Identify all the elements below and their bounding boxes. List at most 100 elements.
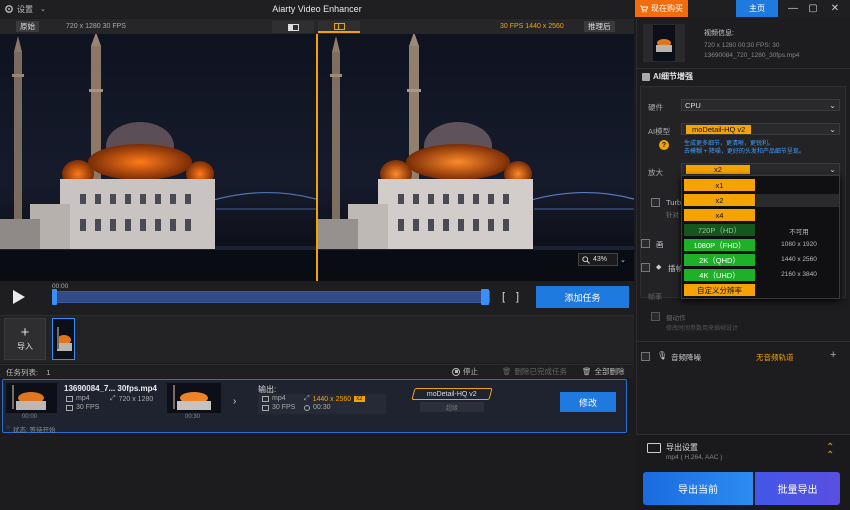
interp-checkbox[interactable] <box>641 263 650 272</box>
output-format-value: mp4 <box>272 395 286 402</box>
scale-option[interactable]: x4 <box>684 209 755 221</box>
audio-checkbox[interactable] <box>641 352 650 361</box>
video-info-line1: 720 x 1280 00:30 FPS: 30 <box>704 42 780 49</box>
model-label: AI模型 <box>648 127 671 136</box>
diamond-icon: ◆ <box>656 264 662 271</box>
split-view-icon <box>287 23 299 31</box>
input-format-value: mp4 <box>76 395 90 402</box>
export-batch-label: 批量导出 <box>777 485 818 496</box>
model-value: moDetail-HQ v2 <box>686 124 752 134</box>
expand-up-icon[interactable]: ⌃ ⌃ <box>826 443 834 461</box>
task-input-image <box>6 383 57 413</box>
delete-all-button[interactable]: 🗑 全部删除 <box>582 366 625 377</box>
scale-option[interactable]: 1080P（FHD） <box>684 239 755 251</box>
mosque-image-enhanced <box>318 34 634 281</box>
task-status: ○ 状态: 等待开始 <box>6 424 56 434</box>
bracket-start-icon[interactable]: [ <box>502 291 505 303</box>
scale-option[interactable]: 自定义分辨率 <box>684 284 755 296</box>
trim-start-handle[interactable] <box>52 289 57 305</box>
export-current-button[interactable]: 导出当前 <box>643 472 753 505</box>
model-sub-badge: 超级 <box>420 402 484 412</box>
delete-all-label: 全部删除 <box>594 367 625 376</box>
delete-done-label: 删除已完成任务 <box>514 367 568 376</box>
help-icon[interactable]: ? <box>659 140 669 150</box>
original-preview[interactable] <box>0 34 316 281</box>
turbo-sub: 针对 <box>666 212 679 219</box>
delete-done-button[interactable]: 🗑 删除已完成任务 <box>502 366 567 377</box>
resize-icon: ⤢ <box>304 395 310 402</box>
scale-option-resolution: 1080 x 1920 <box>781 241 817 248</box>
scale-label: 放大 <box>648 168 663 177</box>
modify-label: 修改 <box>578 397 597 408</box>
scale-option[interactable]: x1 <box>684 179 755 191</box>
model-badge-label: moDetail-HQ v2 <box>427 390 477 398</box>
resize-icon: ⤢ <box>110 395 116 402</box>
zoom-value: 43% <box>593 256 608 263</box>
export-batch-button[interactable]: 批量导出 <box>755 472 840 505</box>
side-by-side-toggle[interactable] <box>318 21 360 33</box>
scale-option[interactable]: 2K（QHD） <box>684 254 755 266</box>
scale-option[interactable]: 720P（HD） <box>684 224 755 236</box>
split-view-toggle[interactable] <box>272 21 314 33</box>
import-area <box>0 315 634 363</box>
motion-checkbox[interactable] <box>651 312 660 321</box>
audio-label: 音频降噪 <box>671 353 701 362</box>
scale-option[interactable]: x2 <box>684 194 755 206</box>
model-select[interactable]: moDetail-HQ v2 ⌄ <box>681 123 840 135</box>
output-format: mp4 <box>262 395 286 402</box>
mosque-image <box>0 34 316 281</box>
app-window: 设置 ⌄ Aiarty Video Enhancer 现在购买 主页 — ▢ ✕… <box>0 0 850 510</box>
zoom-icon <box>582 255 590 264</box>
trim-end-handle[interactable] <box>481 289 489 305</box>
bracket-end-icon[interactable]: ] <box>516 291 519 303</box>
task-thumb-time: 00:00 <box>22 414 38 420</box>
export-settings-sub: mp4 ( H.264, AAC ) <box>666 454 723 461</box>
ai-section-header[interactable]: AI细节增强 <box>642 71 693 82</box>
separator <box>636 68 850 69</box>
scale-dropdown-menu: x1 x2 x4 720P（HD） 不可用 1080P（FHD） 1080 x 1920 2K… <box>681 175 840 299</box>
turbo-label: Turb <box>666 198 682 207</box>
task-filename: 13690084_7... 30fps.mp4 <box>64 384 157 393</box>
play-icon[interactable] <box>12 289 26 305</box>
video-info-line2: 13690084_720_1280_30fps.mp4 <box>704 52 800 59</box>
home-button[interactable]: 主页 <box>736 0 778 17</box>
modify-button[interactable]: 修改 <box>560 392 616 412</box>
zoom-dropdown-icon[interactable]: ⌄ <box>620 256 626 264</box>
scale-value: x2 <box>686 164 750 174</box>
export-current-label: 导出当前 <box>678 485 718 496</box>
imported-video-thumbnail[interactable] <box>52 318 75 360</box>
enhanced-preview[interactable] <box>318 34 634 281</box>
turbo-checkbox[interactable] <box>651 198 660 207</box>
cart-icon <box>640 5 648 12</box>
maximize-button[interactable]: ▢ <box>806 2 820 15</box>
timeline-track[interactable] <box>52 291 490 303</box>
enhance-checkbox[interactable] <box>641 239 650 248</box>
input-resolution: ⤢ 720 x 1280 <box>110 395 153 403</box>
close-button[interactable]: ✕ <box>828 2 842 15</box>
add-icon[interactable]: + <box>830 349 836 361</box>
task-output-thumbnail <box>167 383 221 413</box>
scale-select[interactable]: x2 ⌄ <box>681 163 840 175</box>
delete-all-icon: 🗑 <box>582 367 592 376</box>
fps-icon <box>262 404 269 411</box>
scale-option[interactable]: 4K（UHD） <box>684 269 755 281</box>
task-count-label: 任务列表: <box>6 368 39 377</box>
stop-button[interactable]: 停止 <box>452 366 478 377</box>
zoom-control[interactable]: 43% <box>578 253 618 266</box>
monitor-icon <box>647 443 661 453</box>
output-fps-value: 30 FPS <box>272 404 296 411</box>
minimize-button[interactable]: — <box>786 2 800 15</box>
buy-now-label: 现在购买 <box>651 4 683 13</box>
hardware-select[interactable]: CPU ⌄ <box>681 99 840 111</box>
import-button[interactable]: + 导入 <box>4 318 46 360</box>
add-task-label: 添加任务 <box>564 292 601 303</box>
add-task-button[interactable]: 添加任务 <box>536 286 629 308</box>
chip-icon <box>642 72 650 81</box>
plus-icon: + <box>20 323 30 341</box>
task-output-image <box>167 383 221 413</box>
buy-now-button[interactable]: 现在购买 <box>635 0 688 17</box>
trash-icon: 🗑 <box>502 367 512 376</box>
frame-rate-label: 帧率 <box>648 294 662 301</box>
import-label: 导入 <box>17 341 33 351</box>
original-tag: 原始 <box>16 21 39 32</box>
